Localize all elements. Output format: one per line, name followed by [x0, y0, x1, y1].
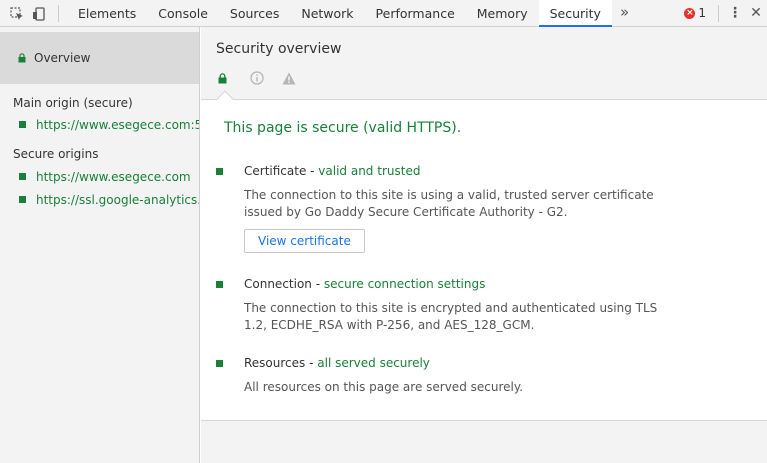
toolbar-divider: [58, 5, 59, 22]
resources-section: Resources - all served securely All reso…: [216, 356, 756, 396]
section-title: Resources - all served securely: [244, 356, 430, 370]
secure-bullet: [216, 359, 223, 367]
sidebar-item-secure-origin[interactable]: https://ssl.google-analytics.com: [0, 188, 199, 211]
overview-header: Security overview: [201, 27, 767, 108]
secure-bullet: [19, 121, 26, 128]
close-icon[interactable]: ✕: [745, 0, 767, 27]
connection-description: The connection to this site is encrypted…: [244, 301, 658, 332]
sidebar-item-main-origin[interactable]: https://www.esegece.com:5415: [0, 113, 199, 136]
devtools-toolbar: Elements Console Sources Network Perform…: [0, 0, 767, 27]
page-title: Security overview: [216, 41, 342, 57]
error-icon: ×: [684, 7, 696, 19]
inspect-element-icon[interactable]: [6, 0, 28, 27]
error-count: 1: [698, 6, 706, 20]
tab-security[interactable]: Security: [538, 0, 613, 27]
kebab-icon[interactable]: ⋮: [725, 0, 745, 27]
section-label: Certificate -: [244, 164, 319, 178]
tab-network[interactable]: Network: [290, 0, 364, 26]
secure-bullet: [19, 173, 26, 180]
tab-performance[interactable]: Performance: [365, 0, 466, 26]
security-overview-panel: Security overview This page is secure (v…: [201, 27, 767, 463]
secure-bullet: [216, 167, 223, 175]
resources-status: all served securely: [317, 356, 430, 370]
certificate-section: Certificate - valid and trusted The conn…: [216, 164, 756, 253]
section-title: Connection - secure connection settings: [244, 277, 485, 291]
error-counter[interactable]: × 1: [678, 6, 712, 20]
certificate-description: The connection to this site is using a v…: [244, 188, 654, 219]
secure-origins-heading: Secure origins: [13, 147, 99, 161]
overview-body: This page is secure (valid HTTPS). Certi…: [201, 100, 767, 421]
secure-bullet: [216, 280, 223, 288]
sidebar-item-secure-origin[interactable]: https://www.esegece.com: [0, 165, 199, 188]
device-toolbar-icon[interactable]: [28, 0, 50, 27]
section-title: Certificate - valid and trusted: [244, 164, 420, 178]
connection-status: secure connection settings: [323, 277, 486, 291]
sidebar-item-overview[interactable]: Overview: [0, 32, 199, 84]
connection-section: Connection - secure connection settings …: [216, 277, 756, 334]
origin-url: https://www.esegece.com: [36, 169, 191, 184]
origin-url: https://www.esegece.com:5415: [36, 117, 199, 132]
tab-elements[interactable]: Elements: [67, 0, 147, 26]
security-summary: This page is secure (valid HTTPS).: [224, 120, 462, 136]
security-sidebar: Overview Main origin (secure) https://ww…: [0, 27, 200, 463]
section-label: Resources -: [244, 356, 318, 370]
toolbar-right: × 1 ⋮ ✕: [678, 0, 767, 26]
tab-console[interactable]: Console: [147, 0, 219, 26]
lock-icon: [18, 53, 26, 63]
main-origin-heading: Main origin (secure): [13, 96, 133, 110]
tab-sources[interactable]: Sources: [219, 0, 290, 26]
security-state-icons: [218, 71, 314, 85]
sidebar-item-label: Overview: [34, 51, 91, 65]
resources-description: All resources on this page are served se…: [244, 380, 524, 394]
panel-tabs: Elements Console Sources Network Perform…: [67, 0, 637, 27]
tab-memory[interactable]: Memory: [466, 0, 539, 26]
info-icon: [250, 71, 282, 85]
more-tabs-button[interactable]: »: [612, 0, 637, 26]
origin-url: https://ssl.google-analytics.com: [36, 192, 199, 207]
section-label: Connection -: [244, 277, 324, 291]
warning-icon: [282, 72, 314, 85]
lock-icon: [218, 72, 250, 84]
certificate-status: valid and trusted: [318, 164, 421, 178]
view-certificate-button[interactable]: View certificate: [244, 229, 365, 253]
secure-bullet: [19, 196, 26, 203]
toolbar-divider: [718, 4, 719, 22]
